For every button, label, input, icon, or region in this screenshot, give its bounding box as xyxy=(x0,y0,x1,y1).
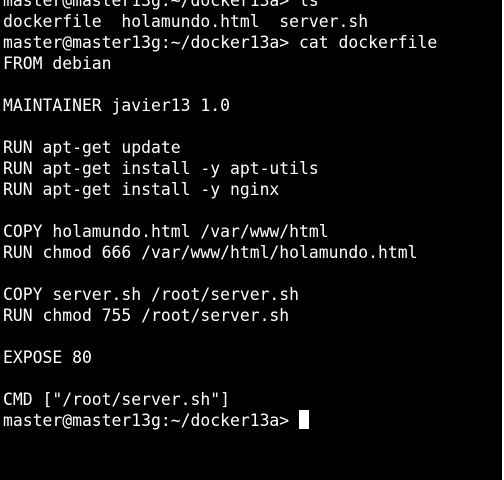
terminal-line: master@master13g:~/docker13a> cat docker… xyxy=(3,33,438,52)
terminal-output: master@master13g:~/docker13a> ls dockerf… xyxy=(3,0,437,431)
terminal-line: RUN apt-get update xyxy=(3,138,181,157)
terminal-line: dockerfile holamundo.html server.sh xyxy=(3,12,369,31)
terminal-line: COPY holamundo.html /var/www/html xyxy=(3,222,329,241)
terminal-line: RUN chmod 755 /root/server.sh xyxy=(3,306,290,325)
terminal-line: RUN apt-get install -y apt-utils xyxy=(3,159,319,178)
terminal-window[interactable]: master@master13g:~/docker13a> ls dockerf… xyxy=(0,0,504,480)
shell-prompt: master@master13g:~/docker13a> xyxy=(3,411,300,430)
terminal-prompt-line[interactable]: master@master13g:~/docker13a> xyxy=(3,410,437,431)
text-cursor xyxy=(299,410,310,429)
terminal-line: COPY server.sh /root/server.sh xyxy=(3,285,300,304)
terminal-line: master@master13g:~/docker13a> ls xyxy=(3,0,319,10)
terminal-line: CMD ["/root/server.sh"] xyxy=(3,390,230,409)
terminal-line: EXPOSE 80 xyxy=(3,348,92,367)
terminal-line: RUN apt-get install -y nginx xyxy=(3,180,280,199)
terminal-line: FROM debian xyxy=(3,54,112,73)
terminal-line: MAINTAINER javier13 1.0 xyxy=(3,96,230,115)
terminal-line: RUN chmod 666 /var/www/html/holamundo.ht… xyxy=(3,243,418,262)
